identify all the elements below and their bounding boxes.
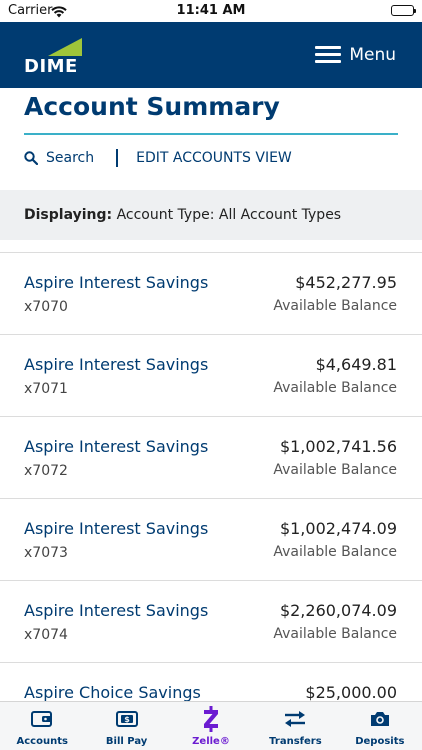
tab-label: Zelle® <box>192 736 230 747</box>
menu-button[interactable]: Menu <box>315 42 396 68</box>
status-bar: Carrier 11:41 AM <box>0 0 422 22</box>
dollar-bill-icon: $ <box>115 708 139 730</box>
tab-deposits[interactable]: Deposits <box>338 702 422 750</box>
bottom-tab-bar: Accounts $ Bill Pay Zelle® Transfers Dep… <box>0 701 422 750</box>
account-name[interactable]: Aspire Interest Savings <box>24 437 208 456</box>
balance-label: Available Balance <box>273 462 397 478</box>
tab-zelle[interactable]: Zelle® <box>169 702 253 750</box>
camera-icon <box>368 708 392 730</box>
account-number: x7074 <box>24 627 68 643</box>
summary-toolbar: Search EDIT ACCOUNTS VIEW <box>24 148 292 168</box>
balance-label: Available Balance <box>273 626 397 642</box>
account-row[interactable]: Aspire Interest Savings x7070 $452,277.9… <box>0 253 422 335</box>
toolbar-divider <box>116 149 119 167</box>
account-name[interactable]: Aspire Choice Savings <box>24 683 201 702</box>
account-balance: $452,277.95 <box>295 273 397 292</box>
account-list: Aspire Interest Savings x7070 $452,277.9… <box>0 252 422 745</box>
account-number: x7073 <box>24 545 68 561</box>
account-row[interactable]: Aspire Interest Savings x7074 $2,260,074… <box>0 581 422 663</box>
account-balance: $1,002,741.56 <box>279 437 397 456</box>
tab-accounts[interactable]: Accounts <box>0 702 84 750</box>
account-name[interactable]: Aspire Interest Savings <box>24 601 208 620</box>
status-time: 11:41 AM <box>176 3 246 18</box>
account-row[interactable]: Aspire Interest Savings x7072 $1,002,741… <box>0 417 422 499</box>
wallet-icon <box>30 708 54 730</box>
tab-bill-pay[interactable]: $ Bill Pay <box>84 702 168 750</box>
tab-transfers[interactable]: Transfers <box>253 702 337 750</box>
tab-label: Deposits <box>355 736 405 747</box>
account-balance: $25,000.00 <box>305 683 397 702</box>
search-link[interactable]: Search <box>24 150 94 166</box>
battery-icon <box>391 5 416 16</box>
account-number: x7071 <box>24 381 68 397</box>
logo-text: DIME <box>24 56 78 77</box>
filter-bar[interactable]: Displaying: Account Type: All Account Ty… <box>0 190 422 240</box>
page-title: Account Summary <box>24 92 280 121</box>
account-balance: $1,002,474.09 <box>279 519 397 538</box>
tab-label: Bill Pay <box>105 736 148 747</box>
account-name[interactable]: Aspire Interest Savings <box>24 519 208 538</box>
title-divider <box>24 133 398 135</box>
transfer-arrows-icon <box>283 708 307 730</box>
account-row[interactable]: Aspire Interest Savings x7071 $4,649.81 … <box>0 335 422 417</box>
edit-accounts-view-link[interactable]: EDIT ACCOUNTS VIEW <box>136 150 292 166</box>
search-icon <box>24 151 38 165</box>
balance-label: Available Balance <box>273 380 397 396</box>
filter-label: Displaying: <box>24 207 113 223</box>
dime-logo[interactable]: DIME <box>24 38 86 78</box>
filter-value: Account Type: All Account Types <box>116 207 342 223</box>
account-name[interactable]: Aspire Interest Savings <box>24 273 208 292</box>
app-header: DIME Menu <box>0 22 422 88</box>
balance-label: Available Balance <box>273 298 397 314</box>
search-label: Search <box>46 150 95 166</box>
account-balance: $2,260,074.09 <box>279 601 397 620</box>
menu-label: Menu <box>349 45 396 65</box>
hamburger-icon <box>315 46 342 64</box>
tab-label: Accounts <box>16 736 68 747</box>
svg-text:$: $ <box>124 715 130 724</box>
zelle-icon <box>199 706 223 732</box>
account-balance: $4,649.81 <box>315 355 397 374</box>
account-name[interactable]: Aspire Interest Savings <box>24 355 208 374</box>
account-number: x7070 <box>24 299 68 315</box>
tab-label: Transfers <box>269 736 322 747</box>
account-number: x7072 <box>24 463 68 479</box>
balance-label: Available Balance <box>273 544 397 560</box>
account-row[interactable]: Aspire Interest Savings x7073 $1,002,474… <box>0 499 422 581</box>
